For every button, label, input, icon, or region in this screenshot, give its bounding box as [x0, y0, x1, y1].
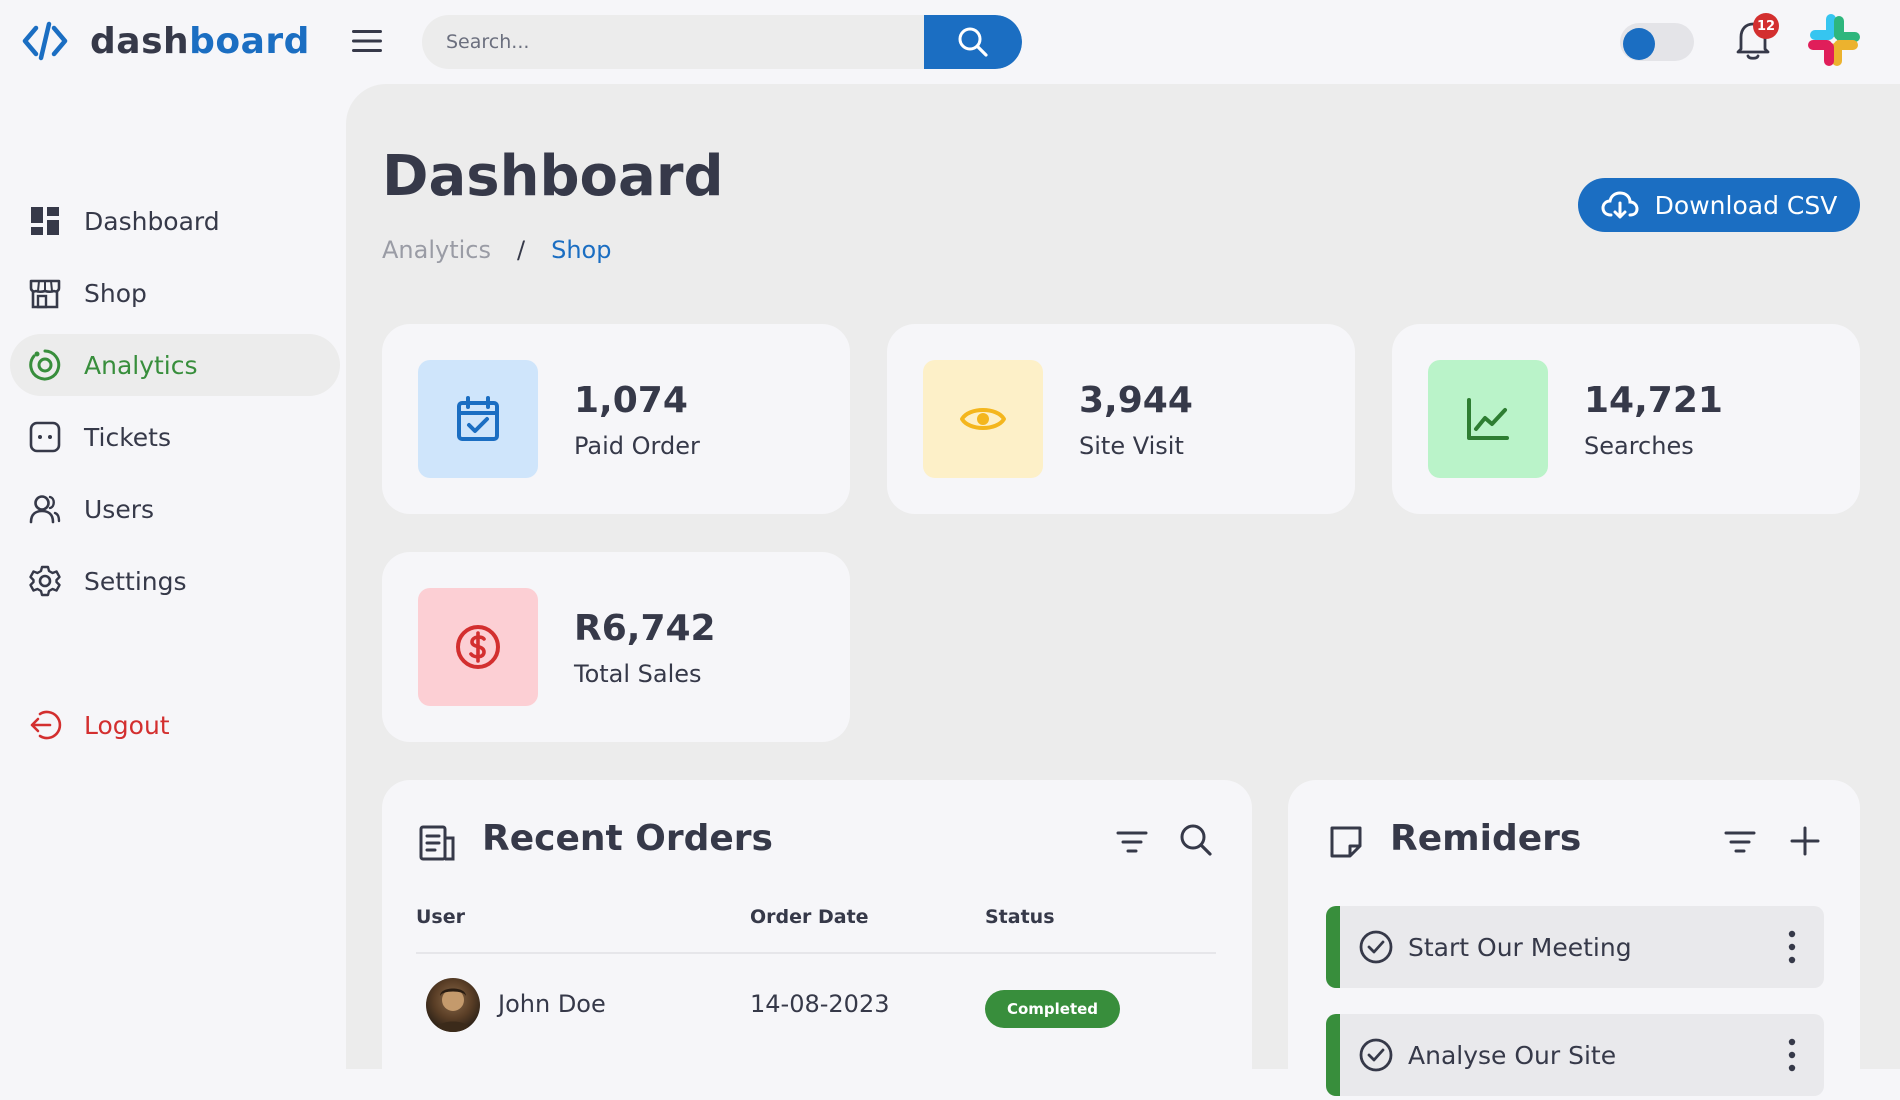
stat-label: Site Visit [1079, 432, 1184, 460]
sticky-note-icon [1330, 826, 1362, 858]
analytics-icon [29, 349, 61, 381]
check-circle-icon[interactable] [1358, 1037, 1394, 1073]
avatar [426, 978, 480, 1032]
hamburger-menu-icon[interactable] [352, 28, 382, 54]
trend-icon [1467, 398, 1509, 440]
stat-label: Total Sales [574, 660, 702, 688]
dollar-icon [456, 625, 500, 669]
order-user-name: John Doe [498, 990, 606, 1018]
sidebar-item-label: Analytics [84, 350, 198, 380]
reminder-item[interactable]: Start Our Meeting [1326, 906, 1824, 988]
stat-value: 3,944 [1079, 380, 1193, 421]
column-header-user: User [416, 906, 465, 928]
sidebar-item-settings[interactable]: Settings [10, 550, 340, 612]
reminder-item[interactable]: Analyse Our Site [1326, 1014, 1824, 1096]
stat-value: R6,742 [574, 608, 716, 649]
reminder-label: Analyse Our Site [1408, 1040, 1617, 1070]
app-logo[interactable]: dashboard [22, 20, 310, 62]
stat-label: Paid Order [574, 432, 700, 460]
reminder-label: Start Our Meeting [1408, 932, 1632, 962]
reminders-title: Remiders [1390, 818, 1582, 859]
more-vertical-icon[interactable] [1788, 930, 1796, 964]
notification-badge: 12 [1753, 13, 1779, 39]
stat-icon-box [1428, 360, 1548, 478]
sidebar-item-label: Settings [84, 566, 187, 596]
table-divider [416, 952, 1216, 954]
logout-button[interactable]: Logout [10, 694, 340, 756]
stat-card-searches: 14,721 Searches [1392, 324, 1860, 514]
users-icon [29, 495, 61, 524]
breadcrumb-shop[interactable]: Shop [551, 236, 611, 264]
download-csv-label: Download CSV [1654, 190, 1838, 220]
more-vertical-icon[interactable] [1788, 1038, 1796, 1072]
notifications-button[interactable]: 12 [1733, 13, 1779, 61]
stat-card-total-sales: R6,742 Total Sales [382, 552, 850, 742]
store-icon [29, 279, 61, 309]
sidebar-item-label: Shop [84, 278, 147, 308]
search-icon[interactable] [1178, 822, 1214, 858]
gear-icon [29, 565, 61, 597]
calendar-check-icon [457, 396, 499, 441]
sidebar-item-shop[interactable]: Shop [10, 262, 340, 324]
sidebar-item-users[interactable]: Users [10, 478, 340, 540]
page-title: Dashboard [382, 144, 724, 209]
add-icon[interactable] [1790, 826, 1820, 856]
status-badge: Completed [985, 990, 1120, 1028]
breadcrumb: Analytics / Shop [382, 236, 611, 264]
ticket-icon [29, 421, 61, 453]
sidebar-item-label: Tickets [84, 422, 171, 452]
recent-orders-title: Recent Orders [482, 818, 773, 859]
filter-icon[interactable] [1116, 828, 1148, 856]
download-csv-button[interactable]: Download CSV [1578, 178, 1860, 232]
stat-card-paid-order: 1,074 Paid Order [382, 324, 850, 514]
stat-value: 14,721 [1584, 380, 1723, 421]
order-date: 14-08-2023 [750, 990, 890, 1018]
sidebar-item-label: Users [84, 494, 155, 524]
top-nav: dashboard 12 [0, 0, 1900, 84]
stat-label: Searches [1584, 432, 1694, 460]
check-circle-icon[interactable] [1358, 929, 1394, 965]
sidebar-item-label: Dashboard [84, 206, 220, 236]
column-header-order-date: Order Date [750, 906, 869, 928]
code-icon [22, 21, 68, 61]
eye-icon [960, 408, 1006, 430]
stat-value: 1,074 [574, 380, 688, 421]
user-avatar-image [434, 988, 472, 1032]
search-button[interactable] [924, 15, 1022, 69]
stat-card-site-visit: 3,944 Site Visit [887, 324, 1355, 514]
sidebar: Dashboard Shop Analytics Tickets Users S… [0, 84, 346, 1069]
toggle-knob [1623, 28, 1655, 60]
theme-toggle[interactable] [1620, 23, 1694, 61]
column-header-status: Status [985, 906, 1055, 928]
app-name: dashboard [90, 20, 310, 62]
sidebar-item-analytics[interactable]: Analytics [10, 334, 340, 396]
stat-icon-box [923, 360, 1043, 478]
breadcrumb-separator: / [516, 236, 526, 264]
search-input[interactable] [422, 15, 922, 69]
search-bar [422, 15, 1022, 69]
orders-list-icon [419, 825, 455, 861]
logout-label: Logout [84, 710, 170, 740]
grid-icon [31, 207, 59, 235]
sidebar-item-dashboard[interactable]: Dashboard [10, 190, 340, 252]
search-icon [958, 27, 988, 57]
cloud-download-icon [1601, 191, 1639, 219]
stat-icon-box [418, 588, 538, 706]
breadcrumb-analytics[interactable]: Analytics [382, 236, 491, 264]
sidebar-item-tickets[interactable]: Tickets [10, 406, 340, 468]
slack-logo-icon[interactable] [1806, 12, 1862, 68]
filter-icon[interactable] [1724, 828, 1756, 856]
logout-icon [30, 710, 62, 740]
stat-icon-box [418, 360, 538, 478]
